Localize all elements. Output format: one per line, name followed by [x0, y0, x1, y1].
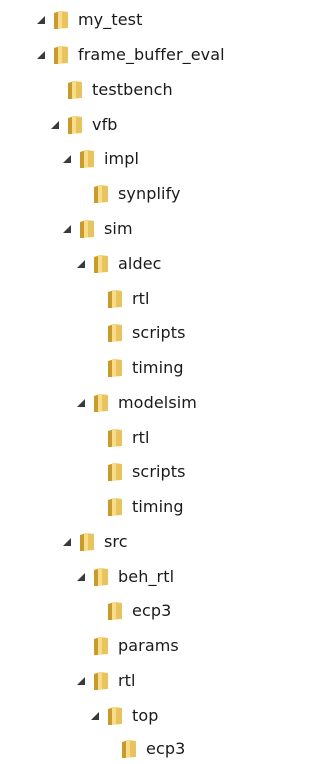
expanded-toggle-icon[interactable]	[36, 15, 46, 25]
folder-icon	[92, 671, 110, 691]
expanded-toggle-icon[interactable]	[62, 537, 72, 547]
tree-node-label: top	[132, 706, 159, 725]
tree-node-aldec-scripts[interactable]: scripts	[90, 318, 186, 348]
expanded-toggle-icon[interactable]	[76, 676, 86, 686]
tree-node-label: scripts	[132, 462, 186, 481]
tree-node-label: frame_buffer_eval	[78, 45, 225, 64]
folder-icon	[106, 323, 124, 343]
tree-node-label: timing	[132, 358, 184, 377]
tree-node-frame-buffer-eval[interactable]: frame_buffer_eval	[36, 40, 225, 70]
expanded-toggle-icon[interactable]	[76, 259, 86, 269]
tree-node-label: beh_rtl	[118, 567, 175, 586]
folder-icon	[92, 393, 110, 413]
tree-node-label: vfb	[92, 115, 118, 134]
folder-icon	[52, 10, 70, 30]
tree-node-params[interactable]: params	[76, 631, 179, 661]
tree-node-beh-rtl-ecp3[interactable]: ecp3	[90, 596, 171, 626]
tree-node-label: synplify	[118, 184, 181, 203]
tree-node-src-rtl[interactable]: rtl	[76, 666, 136, 696]
tree-node-label: rtl	[132, 289, 150, 308]
folder-icon	[106, 358, 124, 378]
tree-node-my-test[interactable]: my_test	[36, 5, 142, 35]
folder-icon	[92, 184, 110, 204]
folder-icon	[92, 254, 110, 274]
expanded-toggle-icon[interactable]	[90, 711, 100, 721]
tree-node-modelsim-scripts[interactable]: scripts	[90, 457, 186, 487]
expanded-toggle-icon[interactable]	[76, 398, 86, 408]
folder-icon	[106, 601, 124, 621]
tree-node-testbench[interactable]: testbench	[50, 75, 173, 105]
tree-node-label: timing	[132, 497, 184, 516]
tree-node-top[interactable]: top	[90, 701, 159, 731]
tree-node-label: ecp3	[132, 601, 172, 620]
tree-node-aldec-timing[interactable]: timing	[90, 353, 184, 383]
folder-icon	[106, 706, 124, 726]
tree-node-aldec[interactable]: aldec	[76, 249, 162, 279]
expanded-toggle-icon[interactable]	[62, 224, 72, 234]
tree-node-vfb[interactable]: vfb	[50, 110, 118, 140]
tree-node-label: scripts	[132, 323, 186, 342]
tree-node-label: rtl	[132, 428, 150, 447]
folder-icon	[106, 428, 124, 448]
tree-node-modelsim-timing[interactable]: timing	[90, 492, 184, 522]
tree-node-top-ecp3[interactable]: ecp3	[104, 734, 185, 764]
expanded-toggle-icon[interactable]	[76, 572, 86, 582]
folder-icon	[66, 115, 84, 135]
tree-node-label: my_test	[78, 10, 143, 29]
folder-icon	[92, 636, 110, 656]
folder-icon	[106, 462, 124, 482]
folder-icon	[52, 45, 70, 65]
folder-tree: my_test frame_buffer_eval testbench vfb …	[0, 0, 307, 764]
tree-node-label: src	[104, 532, 128, 551]
tree-node-label: sim	[104, 219, 133, 238]
tree-node-synplify[interactable]: synplify	[76, 179, 181, 209]
folder-icon	[120, 739, 138, 759]
folder-icon	[106, 497, 124, 517]
tree-node-modelsim[interactable]: modelsim	[76, 388, 197, 418]
tree-node-aldec-rtl[interactable]: rtl	[90, 284, 150, 314]
tree-node-label: modelsim	[118, 393, 197, 412]
tree-node-src[interactable]: src	[62, 527, 128, 557]
tree-node-beh-rtl[interactable]: beh_rtl	[76, 562, 174, 592]
folder-icon	[78, 149, 96, 169]
folder-icon	[78, 532, 96, 552]
tree-node-label: testbench	[92, 80, 173, 99]
expanded-toggle-icon[interactable]	[36, 50, 46, 60]
folder-icon	[78, 219, 96, 239]
expanded-toggle-icon[interactable]	[50, 120, 60, 130]
tree-node-label: impl	[104, 149, 140, 168]
folder-icon	[106, 289, 124, 309]
tree-node-modelsim-rtl[interactable]: rtl	[90, 423, 150, 453]
tree-node-label: ecp3	[146, 739, 186, 758]
expanded-toggle-icon[interactable]	[62, 154, 72, 164]
tree-node-label: aldec	[118, 254, 162, 273]
folder-icon	[66, 80, 84, 100]
tree-node-label: params	[118, 636, 179, 655]
folder-icon	[92, 567, 110, 587]
tree-node-impl[interactable]: impl	[62, 144, 139, 174]
tree-node-label: rtl	[118, 671, 136, 690]
tree-node-sim[interactable]: sim	[62, 214, 133, 244]
